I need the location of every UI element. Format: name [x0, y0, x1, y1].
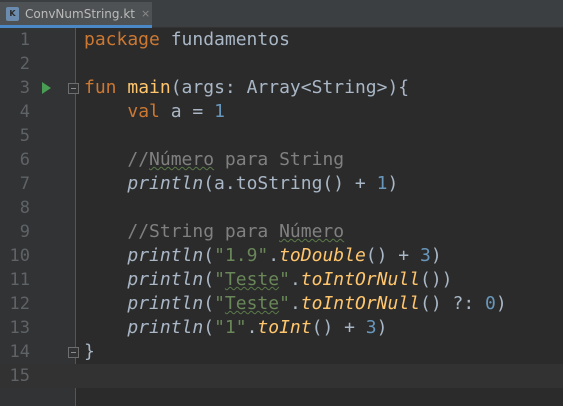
tab-title: ConvNumString.kt — [25, 6, 135, 21]
code-line: 5 — [0, 124, 563, 148]
code-line: 9 //String para Número — [0, 220, 563, 244]
editor-tab-bar: K ConvNumString.kt × — [0, 0, 563, 28]
code-text: val a = 1 — [127, 101, 225, 122]
line-number: 10 — [9, 246, 30, 266]
run-arrow-icon[interactable] — [42, 82, 51, 94]
code-text: println(a.toString() + 1) — [127, 173, 399, 194]
line-number: 15 — [9, 366, 30, 386]
code-line: 13 println("1".toInt() + 3) — [0, 316, 563, 340]
line-number: 6 — [19, 150, 30, 170]
code-comment: //Número para String — [127, 149, 345, 170]
line-number: 9 — [19, 222, 30, 242]
code-line: 1 package fundamentos — [0, 28, 563, 52]
line-number: 2 — [19, 54, 30, 74]
code-line: 2 — [0, 52, 563, 76]
fold-icon[interactable] — [68, 83, 79, 94]
code-line: 12 println("Teste".toIntOrNull() ?: 0) — [0, 292, 563, 316]
code-text: println("1".toInt() + 3) — [127, 317, 388, 338]
code-text: fun main(args: Array<String>){ — [84, 77, 410, 98]
code-text: println("Teste".toIntOrNull()) — [127, 269, 453, 290]
line-number: 12 — [9, 294, 30, 314]
code-text: println("Teste".toIntOrNull() ?: 0) — [127, 293, 507, 314]
kotlin-file-icon: K — [6, 6, 19, 21]
line-number: 8 — [19, 198, 30, 218]
code-editor[interactable]: 1 package fundamentos 2 3 fun main(args:… — [0, 28, 563, 406]
line-number: 4 — [19, 102, 30, 122]
line-number: 11 — [9, 270, 30, 290]
code-text: } — [84, 341, 95, 362]
fold-icon[interactable] — [68, 347, 79, 358]
code-line: 6 //Número para String — [0, 148, 563, 172]
code-line: 8 — [0, 196, 563, 220]
code-text: println("1.9".toDouble() + 3) — [127, 245, 442, 266]
code-line: 3 fun main(args: Array<String>){ — [0, 76, 563, 100]
code-line: 4 val a = 1 — [0, 100, 563, 124]
code-text: package fundamentos — [84, 29, 290, 50]
current-line: 15 — [0, 364, 563, 388]
code-line: 7 println(a.toString() + 1) — [0, 172, 563, 196]
code-line: 10 println("1.9".toDouble() + 3) — [0, 244, 563, 268]
line-number: 14 — [9, 342, 30, 362]
line-number: 5 — [19, 126, 30, 146]
close-icon[interactable]: × — [141, 7, 150, 20]
line-number: 1 — [19, 30, 30, 50]
tab-convnumstring[interactable]: K ConvNumString.kt × — [0, 2, 152, 28]
code-line: 11 println("Teste".toIntOrNull()) — [0, 268, 563, 292]
line-number: 13 — [9, 318, 30, 338]
code-line: 14 } — [0, 340, 563, 364]
line-number: 7 — [19, 174, 30, 194]
code-comment: //String para Número — [127, 221, 345, 242]
line-number: 3 — [19, 78, 30, 98]
